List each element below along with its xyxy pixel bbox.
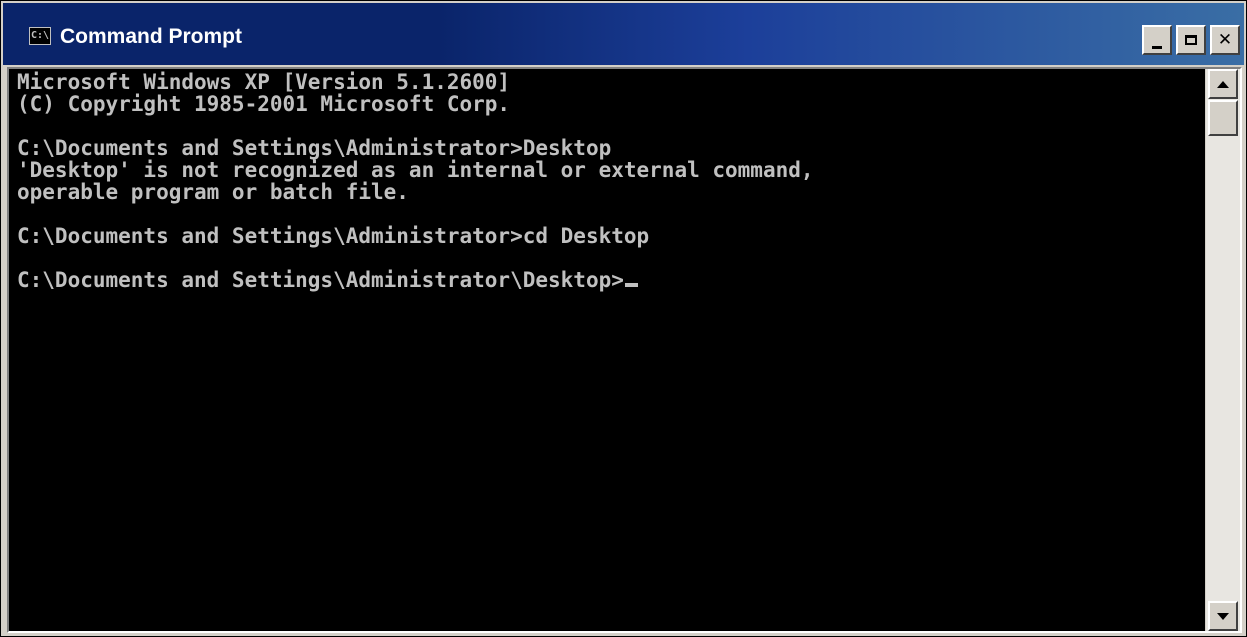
maximize-icon xyxy=(1185,35,1197,45)
console-line: C:\Documents and Settings\Administrator>… xyxy=(17,224,650,248)
text-cursor xyxy=(624,283,638,287)
console-line: Microsoft Windows XP [Version 5.1.2600] xyxy=(17,70,511,94)
console-line: operable program or batch file. xyxy=(17,180,409,204)
window-title: Command Prompt xyxy=(60,25,243,48)
console-line: C:\Documents and Settings\Administrator>… xyxy=(17,136,612,160)
caption-buttons: ✕ xyxy=(1142,25,1240,55)
minimize-button[interactable] xyxy=(1142,25,1172,55)
console-prompt-line[interactable]: C:\Documents and Settings\Administrator\… xyxy=(17,269,638,291)
scroll-up-button[interactable] xyxy=(1208,69,1238,99)
vertical-scrollbar[interactable] xyxy=(1205,69,1240,631)
scroll-thumb[interactable] xyxy=(1208,100,1238,136)
maximize-button[interactable] xyxy=(1176,25,1206,55)
scroll-up-icon xyxy=(1217,80,1229,88)
close-icon: ✕ xyxy=(1217,29,1233,50)
close-button[interactable]: ✕ xyxy=(1210,25,1240,55)
console-line: 'Desktop' is not recognized as an intern… xyxy=(17,158,814,182)
console-prompt-text: C:\Documents and Settings\Administrator\… xyxy=(17,268,624,292)
console-app-icon[interactable]: C:\ xyxy=(29,27,51,45)
console-line: (C) Copyright 1985-2001 Microsoft Corp. xyxy=(17,92,511,116)
scroll-down-icon xyxy=(1217,612,1229,620)
console-output[interactable]: Microsoft Windows XP [Version 5.1.2600] … xyxy=(11,69,1205,631)
console-client-area: Microsoft Windows XP [Version 5.1.2600] … xyxy=(7,67,1242,633)
title-bar[interactable]: C:\ Command Prompt ✕ xyxy=(3,3,1244,65)
command-prompt-window: C:\ Command Prompt ✕ Microsoft Windows X… xyxy=(0,0,1247,637)
scroll-down-button[interactable] xyxy=(1208,601,1238,631)
console-app-icon-text: C:\ xyxy=(30,30,50,41)
minimize-icon xyxy=(1152,45,1162,49)
